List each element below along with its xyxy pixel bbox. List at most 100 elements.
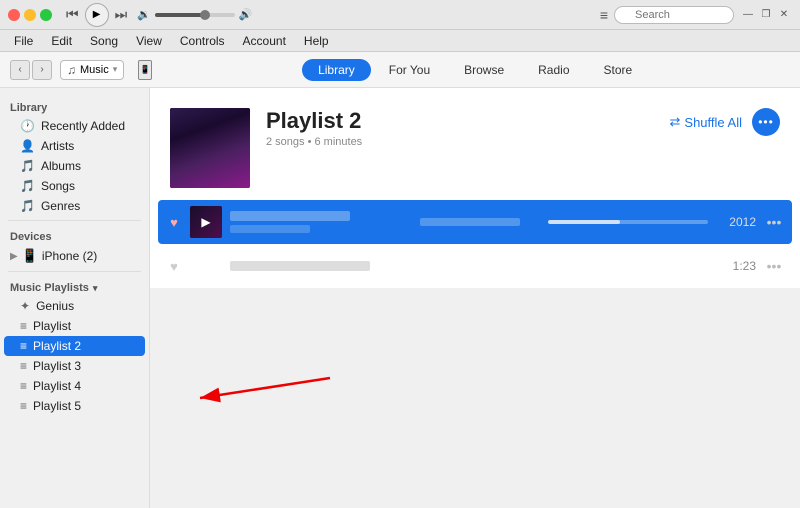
like-button[interactable]: ♥ xyxy=(166,215,182,230)
win-minimize-button[interactable]: — xyxy=(740,8,756,22)
content: Playlist 2 2 songs • 6 minutes ⇄ Shuffle… xyxy=(150,88,800,288)
tab-radio[interactable]: Radio xyxy=(522,59,585,81)
title-bar-right: ≡ 🔍 — ❐ ✕ xyxy=(600,6,792,24)
track-thumbnail: ▶ xyxy=(190,206,222,238)
sidebar-item-artists[interactable]: 👤 Artists xyxy=(4,136,145,156)
win-controls: — ❐ ✕ xyxy=(740,8,792,22)
playlists-header-label: Music Playlists xyxy=(10,282,89,294)
track-more-button[interactable]: ••• xyxy=(764,214,784,230)
divider-2 xyxy=(8,271,141,272)
menu-controls[interactable]: Controls xyxy=(172,32,233,50)
sidebar-item-songs[interactable]: 🎵 Songs xyxy=(4,176,145,196)
shuffle-button[interactable]: ⇄ Shuffle All xyxy=(670,114,743,130)
playlists-section-header[interactable]: Music Playlists ▾ xyxy=(0,276,149,296)
device-icon: 📱 xyxy=(138,60,152,80)
menu-bar: File Edit Song View Controls Account Hel… xyxy=(0,30,800,52)
menu-song[interactable]: Song xyxy=(82,32,126,50)
playlist4-label: Playlist 4 xyxy=(33,379,81,393)
skip-forward-button[interactable]: ⏭ xyxy=(115,6,128,23)
track-artist xyxy=(230,225,310,233)
tab-store[interactable]: Store xyxy=(588,59,649,81)
track-more-button[interactable]: ••• xyxy=(764,258,784,274)
track-thumbnail xyxy=(190,250,222,282)
main-layout: Library 🕐 Recently Added 👤 Artists 🎵 Alb… xyxy=(0,88,800,508)
nav-source-label: Music xyxy=(80,64,109,76)
library-section-header: Library xyxy=(0,96,149,116)
title-bar: ⏮ ▶ ⏭ 🔉 🔊 ≡ 🔍 — ❐ ✕ xyxy=(0,0,800,30)
genius-label: Genius xyxy=(36,299,74,313)
sidebar-item-iphone[interactable]: ▶ 📱 iPhone (2) xyxy=(0,245,149,267)
volume-control[interactable]: 🔉 🔊 xyxy=(137,8,252,21)
search-wrap: 🔍 xyxy=(614,6,734,24)
win-close-button[interactable]: ✕ xyxy=(776,8,792,22)
songs-icon: 🎵 xyxy=(20,179,35,193)
play-icon: ▶ xyxy=(93,9,101,20)
sidebar-item-playlist5[interactable]: ≡ Playlist 5 xyxy=(4,396,145,416)
songs-label: Songs xyxy=(41,179,75,193)
genres-icon: 🎵 xyxy=(20,199,35,213)
menu-help[interactable]: Help xyxy=(296,32,337,50)
track-duration: 1:23 xyxy=(716,259,756,273)
track-row[interactable]: ♥ 1:23 ••• xyxy=(158,244,792,288)
playback-controls: ⏮ ▶ ⏭ xyxy=(66,3,127,27)
volume-max-icon: 🔊 xyxy=(239,8,253,21)
sidebar-item-recently-added[interactable]: 🕐 Recently Added xyxy=(4,116,145,136)
win-restore-button[interactable]: ❐ xyxy=(758,8,774,22)
nav-source[interactable]: ♫ Music ▾ xyxy=(60,60,124,80)
annotation-arrow xyxy=(170,348,370,408)
menu-file[interactable]: File xyxy=(6,32,41,50)
play-button[interactable]: ▶ xyxy=(85,3,109,27)
content-wrapper: Playlist 2 2 songs • 6 minutes ⇄ Shuffle… xyxy=(150,88,800,508)
tab-for-you[interactable]: For You xyxy=(373,59,446,81)
playlist-art xyxy=(170,108,250,188)
clock-icon: 🕐 xyxy=(20,119,35,133)
music-note-icon: ♫ xyxy=(67,63,76,77)
list-icon[interactable]: ≡ xyxy=(600,7,608,23)
sidebar-item-genres[interactable]: 🎵 Genres xyxy=(4,196,145,216)
playlists-chevron-icon: ▾ xyxy=(93,283,98,294)
track-row[interactable]: ♥ ▶ xyxy=(158,200,792,244)
playlist2-label: Playlist 2 xyxy=(33,339,81,353)
track-name-area xyxy=(230,211,412,233)
sidebar: Library 🕐 Recently Added 👤 Artists 🎵 Alb… xyxy=(0,88,150,508)
sidebar-item-playlist[interactable]: ≡ Playlist xyxy=(4,316,145,336)
skip-back-button[interactable]: ⏮ xyxy=(66,6,79,23)
sidebar-item-playlist4[interactable]: ≡ Playlist 4 xyxy=(4,376,145,396)
playing-indicator-icon: ▶ xyxy=(201,215,210,229)
menu-account[interactable]: Account xyxy=(235,32,294,50)
volume-handle[interactable] xyxy=(200,10,210,20)
nav-bar: ‹ › ♫ Music ▾ 📱 Library For You Browse R… xyxy=(0,52,800,88)
iphone-icon: 📱 xyxy=(22,248,38,264)
tab-browse[interactable]: Browse xyxy=(448,59,520,81)
devices-section-header: Devices xyxy=(0,225,149,245)
close-button[interactable] xyxy=(8,9,20,21)
search-input[interactable] xyxy=(614,6,734,24)
like-button[interactable]: ♥ xyxy=(166,259,182,274)
sidebar-item-playlist2[interactable]: ≡ Playlist 2 xyxy=(4,336,145,356)
sidebar-item-albums[interactable]: 🎵 Albums xyxy=(4,156,145,176)
menu-edit[interactable]: Edit xyxy=(43,32,80,50)
artists-icon: 👤 xyxy=(20,139,35,153)
chevron-down-icon: ▾ xyxy=(113,64,118,75)
recently-added-label: Recently Added xyxy=(41,119,125,133)
sidebar-item-genius[interactable]: ✦ Genius xyxy=(4,296,145,316)
minimize-button[interactable] xyxy=(24,9,36,21)
nav-tabs: Library For You Browse Radio Store xyxy=(160,59,790,81)
playlist2-icon: ≡ xyxy=(20,339,27,353)
shuffle-label: Shuffle All xyxy=(684,115,742,130)
track-meta-area xyxy=(420,218,540,226)
more-button[interactable]: ••• xyxy=(752,108,780,136)
menu-view[interactable]: View xyxy=(128,32,170,50)
albums-label: Albums xyxy=(41,159,81,173)
playlist-label: Playlist xyxy=(33,319,71,333)
track-progress-bar[interactable] xyxy=(548,220,708,224)
sidebar-item-playlist3[interactable]: ≡ Playlist 3 xyxy=(4,356,145,376)
tab-library[interactable]: Library xyxy=(302,59,371,81)
forward-arrow[interactable]: › xyxy=(32,60,52,80)
back-arrow[interactable]: ‹ xyxy=(10,60,30,80)
shuffle-icon: ⇄ xyxy=(670,114,681,130)
playlist3-label: Playlist 3 xyxy=(33,359,81,373)
playlist-header: Playlist 2 2 songs • 6 minutes ⇄ Shuffle… xyxy=(150,88,800,200)
volume-bar[interactable] xyxy=(155,13,235,17)
maximize-button[interactable] xyxy=(40,9,52,21)
